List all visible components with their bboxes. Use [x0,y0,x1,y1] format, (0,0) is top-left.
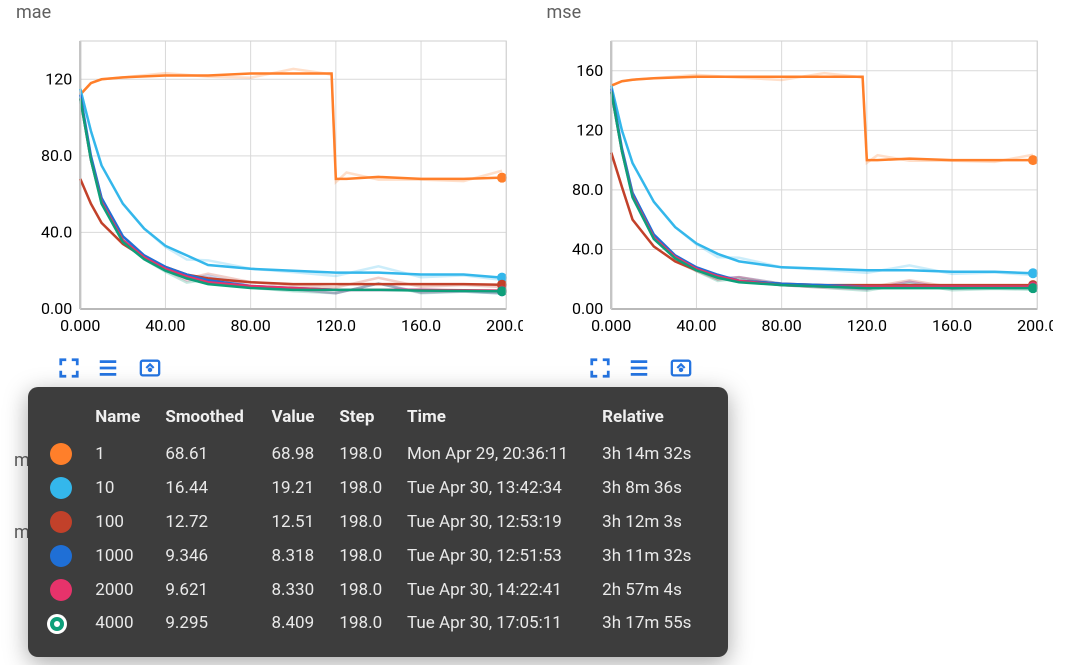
run-swatch [40,573,85,607]
cell-relative: 3h 14m 32s [592,437,710,471]
svg-text:120.0: 120.0 [316,316,356,335]
svg-text:40.00: 40.00 [145,316,185,335]
cell-step: 198.0 [329,607,397,639]
cell-name: 2000 [85,573,155,607]
col-time: Time [397,405,592,437]
chart-toolbar-mae [14,349,523,379]
table-row[interactable]: 10012.7212.51198.0Tue Apr 30, 12:53:193h… [40,505,710,539]
expand-icon[interactable] [58,357,80,379]
svg-text:120: 120 [45,69,72,88]
table-row[interactable]: 20009.6218.330198.0Tue Apr 30, 14:22:412… [40,573,710,607]
cell-name: 100 [85,505,155,539]
svg-text:160.0: 160.0 [401,316,441,335]
svg-text:200.0: 200.0 [486,316,522,335]
svg-text:160.0: 160.0 [931,316,971,335]
cell-value: 12.51 [261,505,329,539]
cell-value: 68.98 [261,437,329,471]
chart-canvas-mae[interactable]: 0.0040.080.01200.00040.0080.00120.0160.0… [14,29,523,349]
expand-icon[interactable] [589,357,611,379]
cell-relative: 3h 8m 36s [592,471,710,505]
cell-time: Tue Apr 30, 13:42:34 [397,471,592,505]
svg-text:120: 120 [576,120,603,139]
run-tooltip-table: Name Smoothed Value Step Time Relative 1… [40,405,710,639]
cell-step: 198.0 [329,505,397,539]
cell-time: Tue Apr 30, 12:53:19 [397,505,592,539]
table-row[interactable]: 40009.2958.409198.0Tue Apr 30, 17:05:113… [40,607,710,639]
fit-icon[interactable] [136,357,164,379]
cell-step: 198.0 [329,539,397,573]
run-tooltip: Name Smoothed Value Step Time Relative 1… [28,387,728,657]
cell-time: Tue Apr 30, 12:51:53 [397,539,592,573]
svg-text:200.0: 200.0 [1017,316,1053,335]
svg-text:120.0: 120.0 [846,316,886,335]
svg-text:80.0: 80.0 [572,180,603,199]
cell-name: 1 [85,437,155,471]
chart-toolbar-mse [545,349,1054,379]
cell-relative: 2h 57m 4s [592,573,710,607]
chart-pane-mae: mae 0.0040.080.01200.00040.0080.00120.01… [14,0,523,379]
chart-title-mae: mae [14,0,523,29]
col-value: Value [261,405,329,437]
list-icon[interactable] [625,357,653,379]
svg-text:80.0: 80.0 [41,146,72,165]
svg-text:80.00: 80.00 [761,316,801,335]
col-step: Step [329,405,397,437]
cell-value: 8.330 [261,573,329,607]
run-swatch [40,607,85,639]
cell-step: 198.0 [329,437,397,471]
cell-smoothed: 9.346 [155,539,261,573]
run-swatch [40,539,85,573]
cell-name: 10 [85,471,155,505]
table-row[interactable]: 168.6168.98198.0Mon Apr 29, 20:36:113h 1… [40,437,710,471]
cell-smoothed: 9.295 [155,607,261,639]
cell-relative: 3h 17m 55s [592,607,710,639]
svg-text:160: 160 [576,61,603,80]
cell-smoothed: 9.621 [155,573,261,607]
cell-time: Mon Apr 29, 20:36:11 [397,437,592,471]
col-name: Name [85,405,155,437]
table-row[interactable]: 10009.3468.318198.0Tue Apr 30, 12:51:533… [40,539,710,573]
cell-relative: 3h 11m 32s [592,539,710,573]
svg-text:0.000: 0.000 [591,316,631,335]
run-swatch [40,505,85,539]
cell-value: 19.21 [261,471,329,505]
cell-time: Tue Apr 30, 14:22:41 [397,573,592,607]
cell-smoothed: 68.61 [155,437,261,471]
list-icon[interactable] [94,357,122,379]
cell-name: 1000 [85,539,155,573]
chart-pane-mse: mse 0.0040.080.01201600.00040.0080.00120… [545,0,1054,379]
chart-title-mse: mse [545,0,1054,29]
cell-value: 8.409 [261,607,329,639]
cell-name: 4000 [85,607,155,639]
cell-time: Tue Apr 30, 17:05:11 [397,607,592,639]
svg-text:0.000: 0.000 [60,316,100,335]
cell-smoothed: 16.44 [155,471,261,505]
col-smoothed: Smoothed [155,405,261,437]
svg-text:40.0: 40.0 [41,222,72,241]
col-relative: Relative [592,405,710,437]
svg-text:40.00: 40.00 [676,316,716,335]
run-swatch [40,471,85,505]
table-row[interactable]: 1016.4419.21198.0Tue Apr 30, 13:42:343h … [40,471,710,505]
svg-text:40.0: 40.0 [572,239,603,258]
run-swatch [40,437,85,471]
cell-step: 198.0 [329,471,397,505]
fit-icon[interactable] [667,357,695,379]
cell-step: 198.0 [329,573,397,607]
chart-canvas-mse[interactable]: 0.0040.080.01201600.00040.0080.00120.016… [545,29,1054,349]
cell-value: 8.318 [261,539,329,573]
svg-text:80.00: 80.00 [231,316,271,335]
cell-relative: 3h 12m 3s [592,505,710,539]
cell-smoothed: 12.72 [155,505,261,539]
